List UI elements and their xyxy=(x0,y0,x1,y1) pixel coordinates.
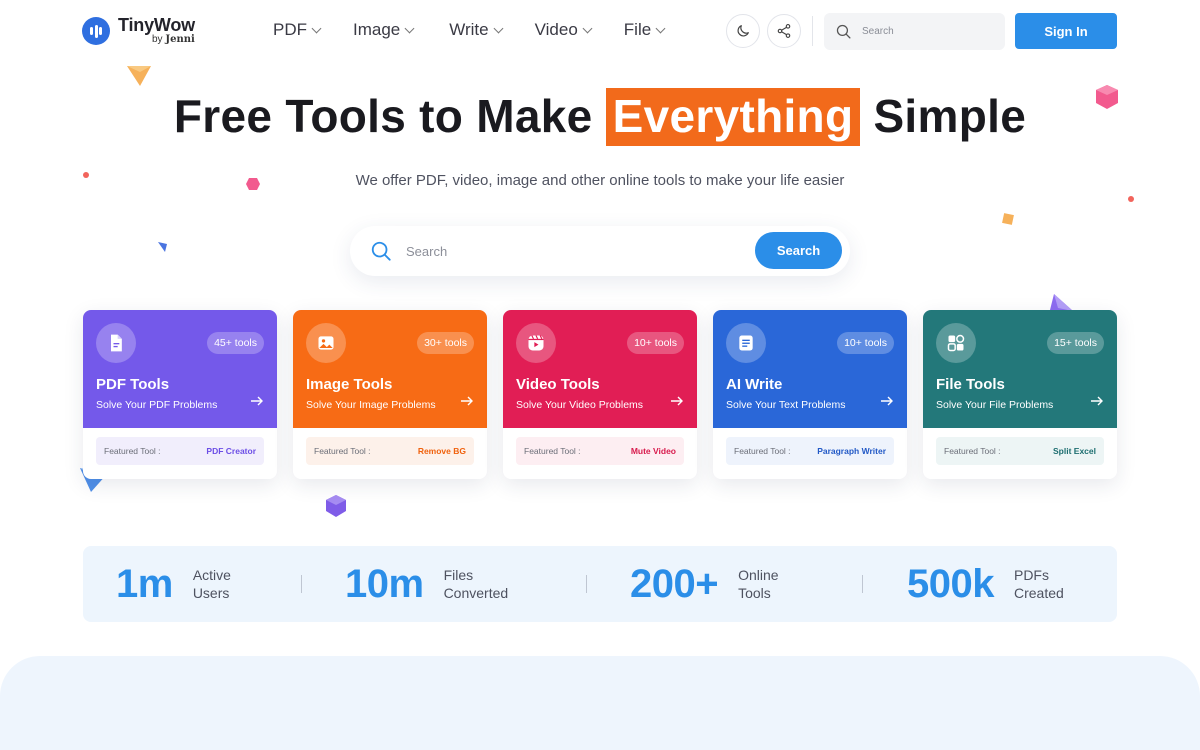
logo-subtitle: by Jenni xyxy=(152,34,195,45)
card-title: Video Tools xyxy=(516,376,600,393)
main-search-input[interactable]: Search xyxy=(406,244,447,259)
nav-item-video[interactable]: Video xyxy=(535,20,593,40)
stat-online-tools: 200+ Online Tools xyxy=(630,546,818,622)
site-header: TinyWow by Jenni PDF Image Write Video F… xyxy=(0,0,1200,64)
featured-tool-link[interactable]: Featured Tool : Split Excel xyxy=(936,437,1104,465)
tool-count-badge: 10+ tools xyxy=(627,332,684,354)
pdf-file-icon xyxy=(96,323,136,363)
arrow-right-icon xyxy=(461,396,473,406)
featured-tool-link[interactable]: Featured Tool : PDF Creator xyxy=(96,437,264,465)
arrow-right-icon xyxy=(251,396,263,406)
card-description: Solve Your Video Problems xyxy=(516,399,644,411)
image-icon xyxy=(306,323,346,363)
decorative-triangle-icon xyxy=(127,66,151,86)
logo[interactable]: TinyWow by Jenni xyxy=(82,16,195,45)
nav-item-image[interactable]: Image xyxy=(353,20,415,40)
stats-bar: 1m Active Users 10m Files Converted 200+ O… xyxy=(83,546,1117,622)
stat-active-users: 1m Active Users xyxy=(116,546,273,622)
header-divider xyxy=(812,16,813,46)
moon-icon xyxy=(737,25,749,37)
search-icon xyxy=(836,24,851,39)
chevron-down-icon xyxy=(493,23,504,33)
hero-subtitle: We offer PDF, video, image and other onl… xyxy=(355,172,845,189)
tool-card-image[interactable]: 30+ tools Image Tools Solve Your Image P… xyxy=(293,310,487,479)
nav-item-file[interactable]: File xyxy=(624,20,666,40)
tool-count-badge: 10+ tools xyxy=(837,332,894,354)
search-icon xyxy=(371,241,391,261)
tool-card-file[interactable]: 15+ tools File Tools Solve Your File Pro… xyxy=(923,310,1117,479)
document-text-icon xyxy=(726,323,766,363)
stat-divider xyxy=(862,575,863,593)
header-search-placeholder: Search xyxy=(862,26,894,37)
bottom-section-background xyxy=(0,656,1200,750)
stat-divider xyxy=(301,575,302,593)
logo-title: TinyWow xyxy=(118,15,195,35)
theme-toggle-button[interactable] xyxy=(726,14,760,48)
stat-label: Active Users xyxy=(192,567,231,601)
stat-label: Files Converted xyxy=(443,567,509,601)
main-search-bar[interactable]: Search Search xyxy=(350,226,850,276)
card-description: Solve Your File Problems xyxy=(936,399,1054,411)
featured-tool-link[interactable]: Featured Tool : Mute Video xyxy=(516,437,684,465)
card-title: File Tools xyxy=(936,376,1005,393)
card-description: Solve Your Image Problems xyxy=(306,399,436,411)
featured-tool-link[interactable]: Featured Tool : Paragraph Writer xyxy=(726,437,894,465)
decorative-square xyxy=(1002,213,1014,225)
header-search-input[interactable]: Search xyxy=(824,13,1005,50)
stat-label: PDFs Created xyxy=(1013,567,1064,601)
featured-tool-link[interactable]: Featured Tool : Remove BG xyxy=(306,437,474,465)
tool-count-badge: 45+ tools xyxy=(207,332,264,354)
arrow-right-icon xyxy=(881,396,893,406)
stat-value: 10m xyxy=(345,561,424,606)
decorative-triangle-icon xyxy=(158,242,167,252)
chevron-down-icon xyxy=(655,23,666,33)
nav-item-write[interactable]: Write xyxy=(449,20,504,40)
stat-pdfs-created: 500k PDFs Created xyxy=(907,546,1094,622)
card-description: Solve Your Text Problems xyxy=(726,399,846,411)
file-grid-icon xyxy=(936,323,976,363)
video-icon xyxy=(516,323,556,363)
card-title: AI Write xyxy=(726,376,783,393)
card-description: Solve Your PDF Problems xyxy=(96,399,218,411)
tool-card-video[interactable]: 10+ tools Video Tools Solve Your Video P… xyxy=(503,310,697,479)
arrow-right-icon xyxy=(671,396,683,406)
arrow-right-icon xyxy=(1091,396,1103,406)
share-icon xyxy=(777,24,791,38)
nav-item-pdf[interactable]: PDF xyxy=(273,20,322,40)
stat-value: 1m xyxy=(116,561,173,606)
chevron-down-icon xyxy=(582,23,593,33)
decorative-cube-icon xyxy=(326,495,346,517)
tool-count-badge: 15+ tools xyxy=(1047,332,1104,354)
sign-in-button[interactable]: Sign In xyxy=(1015,13,1117,49)
search-button[interactable]: Search xyxy=(755,232,842,269)
stat-files-converted: 10m Files Converted xyxy=(345,546,524,622)
stat-divider xyxy=(586,575,587,593)
hero-title: Free Tools to Make Everything Simple xyxy=(0,88,1200,146)
hero-title-highlight: Everything xyxy=(605,88,861,146)
stat-label: Online Tools xyxy=(738,567,779,601)
share-button[interactable] xyxy=(767,14,801,48)
tool-card-ai-write[interactable]: 10+ tools AI Write Solve Your Text Probl… xyxy=(713,310,907,479)
chevron-down-icon xyxy=(404,23,415,33)
chevron-down-icon xyxy=(311,23,322,33)
main-nav: PDF Image Write Video File xyxy=(273,20,666,40)
card-title: Image Tools xyxy=(306,376,393,393)
tool-count-badge: 30+ tools xyxy=(417,332,474,354)
stat-value: 500k xyxy=(907,561,994,606)
tool-card-pdf[interactable]: 45+ tools PDF Tools Solve Your PDF Probl… xyxy=(83,310,277,479)
decorative-dot xyxy=(1128,196,1134,202)
logo-icon xyxy=(82,16,110,45)
stat-value: 200+ xyxy=(630,561,719,606)
card-title: PDF Tools xyxy=(96,376,170,393)
